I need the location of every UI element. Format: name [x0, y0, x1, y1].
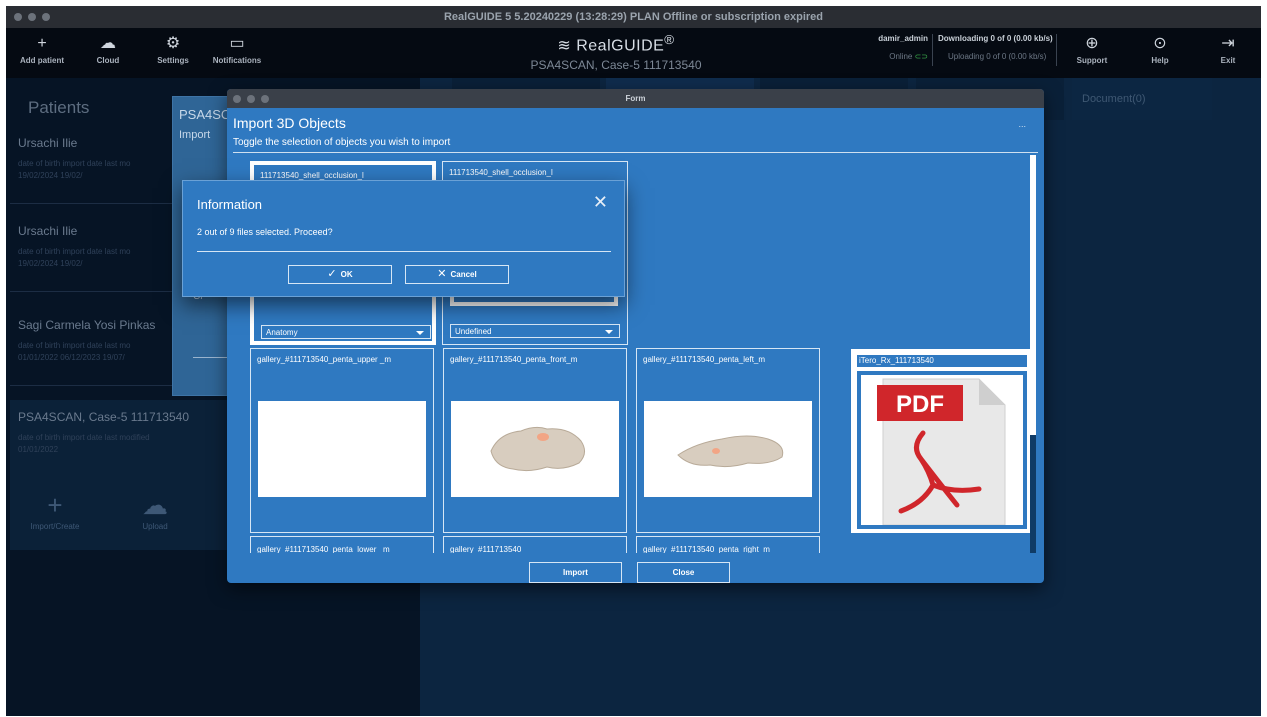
pdf-badge: PDF — [896, 391, 944, 418]
case-title: PSA4SCAN, Case-5 111713540 — [530, 58, 702, 73]
close-icon[interactable]: ✕ — [593, 192, 608, 213]
cloud-icon: ☁ — [142, 490, 168, 520]
object-type-dropdown[interactable]: Undefined — [450, 324, 620, 338]
dental-scan-image — [451, 401, 619, 497]
support-button[interactable]: ⊕ Support — [1062, 32, 1122, 65]
brand-block: ≋ RealGUIDE® PSA4SCAN, Case-5 111713540 — [466, 32, 766, 72]
object-tile[interactable]: gallery_#111713540 — [443, 536, 627, 553]
transfer-status: Downloading 0 of 0 (0.00 kb/s) Uploading… — [938, 34, 1053, 61]
dental-scan-image — [644, 401, 812, 497]
window-titlebar: RealGUIDE 5 5.20240229 (13:28:29) PLAN O… — [6, 6, 1261, 28]
import-button[interactable]: Import — [529, 562, 622, 583]
pdf-object-tile[interactable]: iTero_Rx_111713540 PDF — [851, 349, 1034, 533]
pdf-thumbnail: PDF — [857, 371, 1027, 529]
window-controls[interactable] — [14, 13, 50, 21]
online-toggle-icon: ⊂⊃ — [914, 52, 928, 61]
cancel-button[interactable]: ✕ Cancel — [405, 265, 509, 284]
object-tile[interactable]: gallery_#111713540_penta_left_m — [636, 348, 820, 533]
user-status: damir_admin Online ⊂⊃ — [878, 34, 928, 61]
window-title: RealGUIDE 5 5.20240229 (13:28:29) PLAN O… — [443, 11, 824, 23]
upload-button[interactable]: ☁ Upload — [120, 490, 190, 531]
ok-button[interactable]: ✓ OK — [288, 265, 392, 284]
exit-button[interactable]: ⇥ Exit — [1198, 32, 1258, 65]
screen: RealGUIDE 5 5.20240229 (13:28:29) PLAN O… — [0, 0, 1267, 717]
more-icon[interactable]: ... — [1018, 119, 1026, 129]
settings-button[interactable]: ⚙ Settings — [143, 32, 203, 65]
dialog-title: Information — [197, 197, 263, 212]
help-icon: ⊙ — [1153, 35, 1167, 52]
form-divider — [233, 152, 1038, 153]
object-tile[interactable]: gallery_#111713540_penta_front_m — [443, 348, 627, 533]
scrollbar-thumb[interactable] — [1030, 155, 1036, 435]
cloud-button[interactable]: ☁ Cloud — [78, 32, 138, 65]
tab-document[interactable]: Document(0) — [1072, 78, 1212, 120]
import-create-button[interactable]: + Import/Create — [20, 490, 90, 531]
form-heading: Import 3D Objects — [233, 115, 346, 131]
import-form-window: Form Import 3D Objects Toggle the select… — [227, 89, 1044, 583]
check-icon: ✓ — [327, 268, 337, 280]
form-subheading: Toggle the selection of objects you wish… — [233, 137, 451, 148]
object-tile[interactable]: gallery_#111713540_penta_lower _m — [250, 536, 434, 553]
form-titlebar: Form — [227, 89, 1044, 108]
object-type-dropdown[interactable]: Anatomy — [261, 325, 431, 339]
plus-icon: + — [47, 490, 63, 520]
form-window-controls[interactable] — [233, 95, 269, 103]
dialog-divider — [197, 251, 611, 252]
object-tile[interactable]: gallery_#111713540_penta_upper _m — [250, 348, 434, 533]
notifications-button[interactable]: ▭ Notifications — [207, 32, 267, 65]
main-toolbar: + Add patient ☁ Cloud ⚙ Settings ▭ Notif… — [6, 28, 1261, 78]
plus-icon: + — [37, 35, 47, 52]
information-dialog: Information ✕ 2 out of 9 files selected.… — [182, 180, 625, 297]
add-patient-button[interactable]: + Add patient — [12, 32, 72, 65]
chat-icon: ▭ — [229, 35, 245, 52]
cloud-icon: ☁ — [100, 35, 116, 52]
panel-title: Patients — [28, 98, 90, 117]
exit-icon: ⇥ — [1221, 35, 1235, 52]
close-button[interactable]: Close — [637, 562, 730, 583]
close-icon: ✕ — [437, 268, 447, 280]
toolbar-divider — [932, 34, 933, 66]
globe-icon: ⊕ — [1085, 35, 1099, 52]
help-button[interactable]: ⊙ Help — [1130, 32, 1190, 65]
dialog-message: 2 out of 9 files selected. Proceed? — [197, 227, 333, 237]
brand-logo: ≋ RealGUIDE® — [557, 32, 675, 55]
toolbar-divider — [1056, 34, 1057, 66]
logo-icon: ≋ — [557, 37, 572, 55]
gear-icon: ⚙ — [165, 35, 181, 52]
grid-scrollbar[interactable] — [1030, 155, 1036, 553]
object-tile[interactable]: gallery_#111713540_penta_right_m — [636, 536, 820, 553]
object-thumbnail — [258, 401, 426, 497]
